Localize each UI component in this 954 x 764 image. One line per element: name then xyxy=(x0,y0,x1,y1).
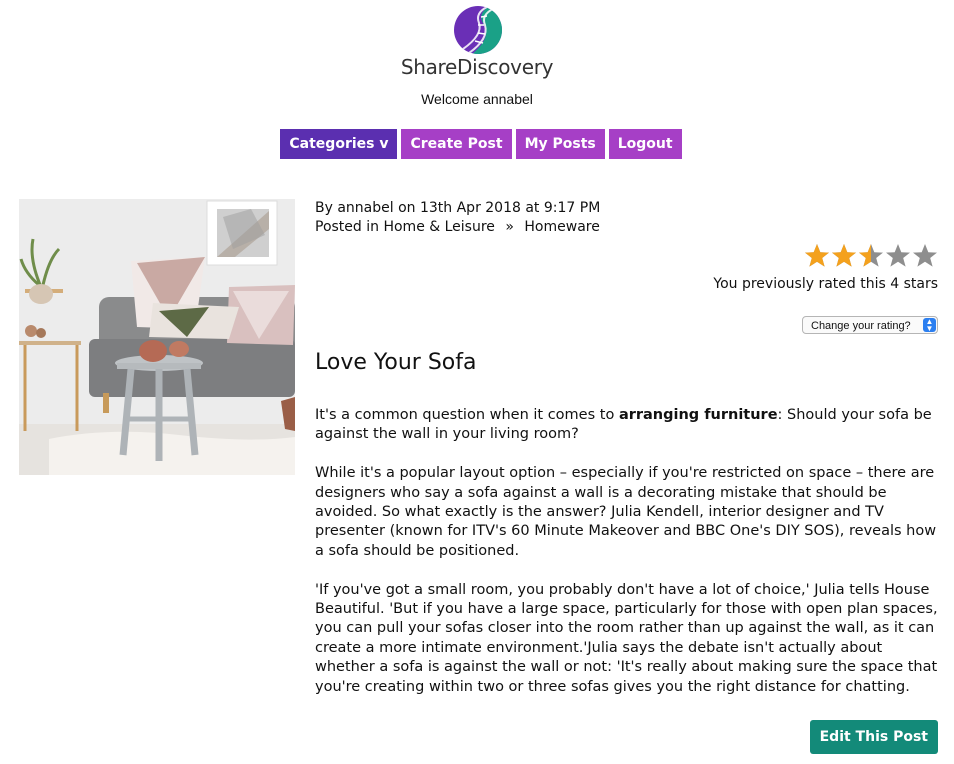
star-icon[interactable] xyxy=(858,243,884,268)
post-title: Love Your Sofa xyxy=(315,350,477,375)
previous-rating-text: You previously rated this 4 stars xyxy=(713,276,938,292)
category-link[interactable]: Home & Leisure xyxy=(383,219,494,235)
post-body: It's a common question when it comes to … xyxy=(315,406,943,716)
welcome-message: Welcome annabel xyxy=(421,91,533,107)
star-icon[interactable] xyxy=(831,243,857,268)
star-rating xyxy=(713,243,938,268)
main-nav: Categories v Create Post My Posts Logout xyxy=(0,129,954,159)
breadcrumb-separator: » xyxy=(505,219,514,235)
star-icon[interactable] xyxy=(912,243,938,268)
change-rating-select[interactable]: Change your rating? ▲ ▼ xyxy=(802,316,938,334)
paragraph-1: It's a common question when it comes to … xyxy=(315,406,943,445)
logo-icon[interactable] xyxy=(453,5,503,55)
subcategory-link[interactable]: Homeware xyxy=(524,219,599,235)
star-icon[interactable] xyxy=(804,243,830,268)
post-image xyxy=(19,199,295,475)
p1-bold-text: arranging furniture xyxy=(618,407,778,423)
brand-name[interactable]: ShareDiscovery xyxy=(0,55,954,79)
create-post-button[interactable]: Create Post xyxy=(401,129,512,159)
post-breadcrumb: Posted in Home & Leisure » Homeware xyxy=(315,218,600,237)
rating-panel: You previously rated this 4 stars xyxy=(713,243,938,292)
post-meta: By annabel on 13th Apr 2018 at 9:17 PM P… xyxy=(315,199,600,237)
edit-post-button[interactable]: Edit This Post xyxy=(809,720,938,754)
star-icon[interactable] xyxy=(885,243,911,268)
my-posts-button[interactable]: My Posts xyxy=(515,129,605,159)
post-byline: By annabel on 13th Apr 2018 at 9:17 PM xyxy=(315,200,601,216)
paragraph-2: While it's a popular layout option – esp… xyxy=(315,465,937,559)
categories-menu-button[interactable]: Categories v xyxy=(280,129,398,159)
select-arrows-icon: ▲ ▼ xyxy=(923,318,936,333)
paragraph-3: 'If you've got a small room, you probabl… xyxy=(315,581,938,695)
posted-in-label: Posted in xyxy=(315,219,380,235)
change-rating-select-label: Change your rating? xyxy=(811,320,911,332)
p1-text-start: It's a common question when it comes to xyxy=(315,407,619,423)
logout-button[interactable]: Logout xyxy=(608,129,682,159)
